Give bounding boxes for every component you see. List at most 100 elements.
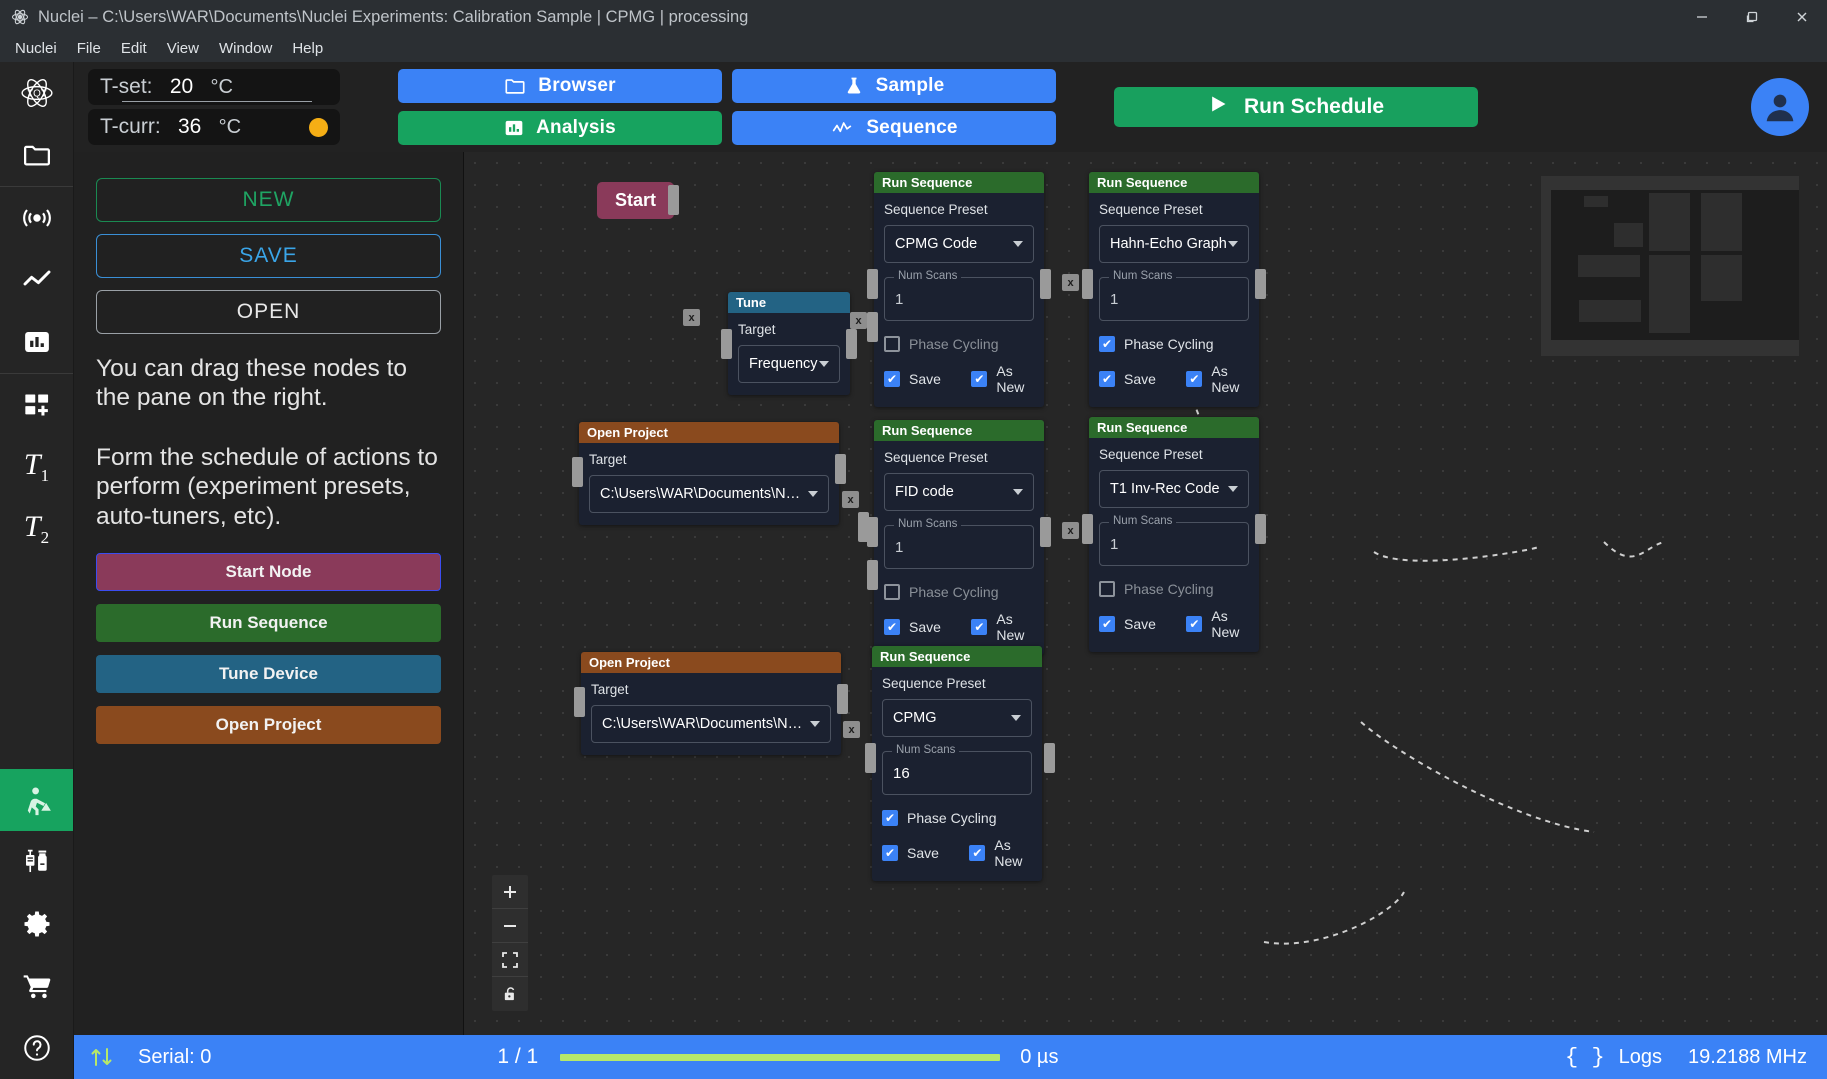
node-run-sequence-3-preset-select[interactable]: FID code <box>884 473 1034 511</box>
t-set-value[interactable]: 20 <box>163 75 201 99</box>
node-run-sequence-5-phase-cycling-row[interactable]: Phase Cycling <box>882 810 1032 826</box>
node-run-sequence-4-phase-cycling-row[interactable]: Phase Cycling <box>1099 581 1249 597</box>
sample-button[interactable]: Sample <box>732 69 1056 103</box>
node-run-sequence-1-num-scans-field[interactable]: Num Scans 1 <box>884 270 1034 321</box>
new-button[interactable]: NEW <box>96 178 441 222</box>
edge-delete-button[interactable]: x <box>842 491 859 508</box>
node-run-sequence-2-phase-cycling-row[interactable]: Phase Cycling <box>1099 336 1249 352</box>
fit-view-button[interactable] <box>492 943 528 977</box>
node-run-sequence-3-phase-cycling-row[interactable]: Phase Cycling <box>884 584 1034 600</box>
node-run-sequence-3-num-scans-field[interactable]: Num Scans 1 <box>884 518 1034 569</box>
node-tune-target-select[interactable]: Frequency <box>738 345 840 383</box>
node-run-sequence-4-num-scans-field[interactable]: Num Scans 1 <box>1099 515 1249 566</box>
node-run-sequence-4-as-new-checkbox[interactable] <box>1186 616 1203 632</box>
node-run-sequence-1-preset-select[interactable]: CPMG Code <box>884 225 1034 263</box>
node-run-sequence-2-as-new-checkbox[interactable] <box>1186 371 1203 387</box>
node-run-sequence-3-save-row[interactable]: Save As New <box>884 611 1034 643</box>
node-run-sequence-4-preset-select[interactable]: T1 Inv-Rec Code <box>1099 470 1249 508</box>
start-node[interactable]: Start <box>597 182 675 219</box>
node-open-project-2-output-port[interactable] <box>837 684 848 714</box>
edge-delete-button[interactable]: x <box>843 721 860 738</box>
node-run-sequence-1-save-row[interactable]: Save As New <box>884 363 1034 395</box>
node-open-project-2-target-select[interactable]: C:\Users\WAR\Documents\Nuclei Expe... <box>591 705 831 743</box>
node-tune-output-port[interactable] <box>846 329 857 359</box>
menu-item-edit[interactable]: Edit <box>112 37 156 60</box>
rail-t2-icon[interactable]: T2 <box>0 498 73 560</box>
lock-toggle-button[interactable] <box>492 977 528 1011</box>
node-run-sequence-3-input-port-2[interactable] <box>867 560 878 590</box>
node-run-sequence-4-phase-cycling-checkbox[interactable] <box>1099 581 1115 597</box>
node-run-sequence-5-input-port[interactable] <box>865 743 876 773</box>
menu-item-nuclei[interactable]: Nuclei <box>6 37 66 60</box>
node-run-sequence-1-phase-cycling-checkbox[interactable] <box>884 336 900 352</box>
run-schedule-button[interactable]: Run Schedule <box>1114 87 1478 127</box>
rail-cart-icon[interactable] <box>0 955 73 1017</box>
t-set-row[interactable]: T-set: 20 °C <box>88 69 340 105</box>
flow-canvas[interactable]: Start x Tune Target Frequency x Open Pro… <box>464 152 1827 1035</box>
node-run-sequence-5-preset-select[interactable]: CPMG <box>882 699 1032 737</box>
browser-button[interactable]: Browser <box>398 69 722 103</box>
rail-bar-chart-icon[interactable] <box>0 311 73 373</box>
rail-logo-atom-icon[interactable]: TQT <box>0 62 73 124</box>
node-run-sequence-5-save-row[interactable]: Save As New <box>882 837 1032 869</box>
rail-t1-icon[interactable]: T1 <box>0 436 73 498</box>
edge-delete-button[interactable]: x <box>1062 274 1079 291</box>
menu-item-window[interactable]: Window <box>210 37 281 60</box>
zoom-in-button[interactable] <box>492 875 528 909</box>
save-button[interactable]: SAVE <box>96 234 441 278</box>
canvas-minimap[interactable] <box>1541 176 1799 356</box>
node-run-sequence-1-save-checkbox[interactable] <box>884 371 900 387</box>
node-run-sequence-1-as-new-checkbox[interactable] <box>971 371 988 387</box>
node-run-sequence-2-save-checkbox[interactable] <box>1099 371 1115 387</box>
sequence-button[interactable]: Sequence <box>732 111 1056 145</box>
menu-item-file[interactable]: File <box>68 37 110 60</box>
node-run-sequence-5-output-port[interactable] <box>1044 743 1055 773</box>
node-tune[interactable]: Tune Target Frequency <box>728 292 850 395</box>
node-run-sequence-3-phase-cycling-checkbox[interactable] <box>884 584 900 600</box>
rail-signal-broadcast-icon[interactable] <box>0 187 73 249</box>
analysis-button[interactable]: Analysis <box>398 111 722 145</box>
node-run-sequence-4-input-port[interactable] <box>1082 514 1093 544</box>
node-open-project-2-input-port[interactable] <box>574 687 585 717</box>
node-run-sequence-5-as-new-checkbox[interactable] <box>969 845 986 861</box>
node-run-sequence-3-output-port[interactable] <box>1040 517 1051 547</box>
start-node-output-port[interactable] <box>668 185 679 215</box>
node-run-sequence-2-num-scans-field[interactable]: Num Scans 1 <box>1099 270 1249 321</box>
node-run-sequence-2-output-port[interactable] <box>1255 269 1266 299</box>
node-run-sequence-3[interactable]: Run Sequence Sequence Preset FID code Nu… <box>874 420 1044 655</box>
node-open-project-1[interactable]: Open Project Target C:\Users\WAR\Documen… <box>579 422 839 525</box>
rail-settings-gear-icon[interactable] <box>0 893 73 955</box>
node-run-sequence-2-save-row[interactable]: Save As New <box>1099 363 1249 395</box>
node-run-sequence-1[interactable]: Run Sequence Sequence Preset CPMG Code N… <box>874 172 1044 407</box>
edge-delete-button[interactable]: x <box>1062 522 1079 539</box>
node-run-sequence-3-input-port[interactable] <box>867 517 878 547</box>
node-run-sequence-4-save-checkbox[interactable] <box>1099 616 1115 632</box>
edge-delete-button[interactable]: x <box>683 309 700 326</box>
user-avatar-icon[interactable] <box>1751 78 1809 136</box>
palette-start-node[interactable]: Start Node <box>96 552 441 591</box>
rail-line-chart-icon[interactable] <box>0 249 73 311</box>
rail-folder-icon[interactable] <box>0 124 73 186</box>
node-open-project-1-target-select[interactable]: C:\Users\WAR\Documents\Nuclei Expe... <box>589 475 829 513</box>
open-button[interactable]: OPEN <box>96 290 441 334</box>
node-run-sequence-5[interactable]: Run Sequence Sequence Preset CPMG Num Sc… <box>872 646 1042 881</box>
menu-item-view[interactable]: View <box>158 37 208 60</box>
node-run-sequence-3-save-checkbox[interactable] <box>884 619 900 635</box>
minimize-button[interactable] <box>1677 0 1727 34</box>
node-run-sequence-5-phase-cycling-checkbox[interactable] <box>882 810 898 826</box>
node-open-project-1-output-port[interactable] <box>835 454 846 484</box>
node-run-sequence-5-num-scans-field[interactable]: Num Scans 16 <box>882 744 1032 795</box>
node-open-project-1-input-port[interactable] <box>572 457 583 487</box>
rail-schedule-builder-worker-icon[interactable] <box>0 769 73 831</box>
node-tune-input-port[interactable] <box>721 329 732 359</box>
logs-button[interactable]: Logs <box>1619 1046 1662 1069</box>
node-run-sequence-1-phase-cycling-row[interactable]: Phase Cycling <box>884 336 1034 352</box>
close-button[interactable] <box>1777 0 1827 34</box>
node-run-sequence-2-phase-cycling-checkbox[interactable] <box>1099 336 1115 352</box>
node-run-sequence-2[interactable]: Run Sequence Sequence Preset Hahn-Echo G… <box>1089 172 1259 407</box>
node-run-sequence-4-save-row[interactable]: Save As New <box>1099 608 1249 640</box>
node-run-sequence-4[interactable]: Run Sequence Sequence Preset T1 Inv-Rec … <box>1089 417 1259 652</box>
palette-tune-device-node[interactable]: Tune Device <box>96 654 441 693</box>
node-run-sequence-2-input-port[interactable] <box>1082 269 1093 299</box>
maximize-button[interactable] <box>1727 0 1777 34</box>
